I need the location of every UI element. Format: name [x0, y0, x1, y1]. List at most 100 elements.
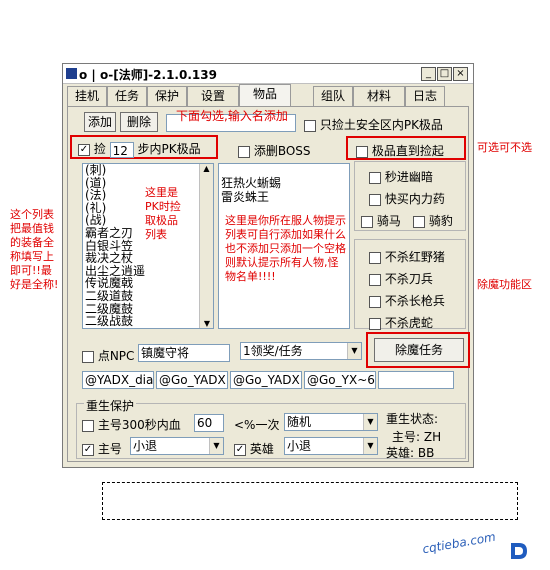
- remove-demon-task-button[interactable]: 除魔任务: [374, 338, 464, 362]
- npc-name-input[interactable]: 镇魔守将: [138, 344, 230, 362]
- dashed-placeholder-box: [102, 482, 518, 520]
- title-bar: o | o-[法师]-2.1.0.139 _ □ ×: [63, 64, 473, 84]
- tab-settings[interactable]: 设置: [187, 86, 239, 106]
- status-hero: 英雄: BB: [386, 446, 435, 460]
- annotation-pk-list: 这里是PK时捡取极品列表: [145, 186, 181, 241]
- hero-checkbox[interactable]: ✓ 英雄: [234, 440, 274, 457]
- checkbox-icon[interactable]: [369, 171, 381, 184]
- minimize-button[interactable]: _: [421, 67, 436, 81]
- rebirth-title: 重生保护: [84, 397, 137, 414]
- annotation-optional: 可选可不选: [477, 141, 532, 154]
- main-hp-checkbox[interactable]: 主号300秒内血: [82, 416, 181, 433]
- checkbox-icon[interactable]: [356, 145, 368, 158]
- pick-until-checkbox[interactable]: 极品直到捡起: [356, 142, 444, 159]
- pick-until-label: 极品直到捡起: [371, 144, 444, 158]
- pk-item-list[interactable]: (刺) (道) (法) (礼) (战) 霸者之刃 白银斗笠 裁决之杖 出尘之逍遥…: [82, 163, 214, 329]
- name-field-5[interactable]: [378, 371, 454, 389]
- main-mode-select[interactable]: 小退 ▼: [130, 437, 224, 455]
- tab-team[interactable]: 组队: [313, 86, 353, 106]
- list-item[interactable]: (刺): [85, 164, 145, 177]
- checkbox-icon[interactable]: [413, 215, 425, 228]
- option-label: 秒进幽暗: [384, 170, 433, 184]
- add-boss-label: 添删BOSS: [253, 144, 311, 158]
- hero-label: 英雄: [249, 442, 274, 456]
- chevron-down-icon[interactable]: ▼: [363, 414, 377, 430]
- scroll-down-icon[interactable]: ▼: [200, 319, 213, 328]
- tab-materials[interactable]: 材料: [353, 86, 405, 106]
- list-item[interactable]: 裁决之杖: [85, 252, 145, 265]
- main-hp-label: 主号300秒内血: [97, 418, 181, 432]
- scroll-up-icon[interactable]: ▲: [200, 164, 213, 173]
- tab-items[interactable]: 物品: [239, 84, 291, 107]
- checkbox-icon[interactable]: [238, 145, 250, 158]
- list-item[interactable]: 霸者之刃: [85, 227, 145, 240]
- no-kill-red-boar-checkbox[interactable]: 不杀红野猪: [369, 248, 445, 265]
- checkbox-icon[interactable]: [369, 251, 381, 264]
- site-logo: [508, 540, 530, 562]
- dodge-dark-checkbox[interactable]: 秒进幽暗: [369, 168, 433, 185]
- annotation-list-note: 这个列表把最值钱的装备全称填写上即可!!最好是全称!: [10, 208, 59, 291]
- checkbox-icon[interactable]: ✓: [82, 443, 94, 456]
- checkbox-icon[interactable]: [304, 119, 316, 132]
- name-field-1[interactable]: @YADX_dia: [82, 371, 154, 389]
- monster-list-body: 狂热火蜥蜴 雷炎蛛王: [221, 176, 281, 204]
- no-kill-snake-checkbox[interactable]: 不杀虎蛇: [369, 314, 433, 331]
- tab-task[interactable]: 任务: [107, 86, 147, 106]
- chevron-down-icon[interactable]: ▼: [347, 343, 361, 359]
- only-safe-checkbox[interactable]: 只捡土安全区内PK极品: [304, 116, 443, 133]
- name-field-2[interactable]: @Go_YADX: [156, 371, 228, 389]
- monster-list[interactable]: 狂热火蜥蜴 雷炎蛛王 这里是你所在服人物提示列表可自行添加如果什么也不添加只添加…: [218, 163, 350, 329]
- hero-mode-select[interactable]: 小退 ▼: [284, 437, 378, 455]
- close-button[interactable]: ×: [453, 67, 468, 81]
- checkbox-icon[interactable]: [369, 193, 381, 206]
- options-group: 秒进幽暗 快买内力药 骑马 骑豹: [354, 161, 466, 231]
- delete-button[interactable]: 删除: [120, 112, 158, 132]
- main-checkbox[interactable]: ✓ 主号: [82, 440, 122, 457]
- hp-value-input[interactable]: 60: [194, 414, 224, 432]
- reward-select-value: 1领奖/任务: [243, 344, 303, 358]
- add-button[interactable]: 添加: [84, 112, 116, 132]
- npc-label: 点NPC: [97, 349, 135, 363]
- no-kill-label: 不杀长枪兵: [384, 294, 445, 308]
- chevron-down-icon[interactable]: ▼: [363, 438, 377, 454]
- checkbox-icon[interactable]: [82, 350, 94, 363]
- name-field-3[interactable]: @Go_YADX1: [230, 371, 302, 389]
- annotation-remove-demon: 除魔功能区: [477, 278, 532, 291]
- add-boss-checkbox[interactable]: 添删BOSS: [238, 142, 311, 159]
- list-item[interactable]: 狂热火蜥蜴: [221, 176, 281, 190]
- checkbox-icon[interactable]: ✓: [234, 443, 246, 456]
- list-item[interactable]: (法): [85, 189, 145, 202]
- quick-power-checkbox[interactable]: 快买内力药: [369, 190, 445, 207]
- tab-guaji[interactable]: 挂机: [67, 86, 107, 106]
- scrollbar[interactable]: ▲ ▼: [199, 164, 213, 328]
- pickup-label: 捡: [93, 142, 106, 156]
- no-kill-spear-checkbox[interactable]: 不杀长枪兵: [369, 292, 445, 309]
- list-item[interactable]: 二级战鼓: [85, 315, 145, 328]
- annotation-top: 下面勾选,输入名添加: [176, 109, 288, 123]
- mode-select[interactable]: 随机 ▼: [284, 413, 378, 431]
- option-label: 骑豹: [428, 214, 453, 228]
- checkbox-icon[interactable]: [369, 273, 381, 286]
- pickup-checkbox[interactable]: ✓: [78, 143, 90, 156]
- checkbox-icon[interactable]: [369, 295, 381, 308]
- only-safe-label: 只捡土安全区内PK极品: [319, 118, 443, 132]
- list-item[interactable]: 二级道鼓: [85, 290, 145, 303]
- maximize-button[interactable]: □: [437, 67, 452, 81]
- annotation-monster-note: 这里是你所在服人物提示列表可自行添加如果什么也不添加只添加一个空格则默认提示所有…: [225, 214, 346, 283]
- checkbox-icon[interactable]: [361, 215, 373, 228]
- checkbox-icon[interactable]: [82, 419, 94, 432]
- npc-checkbox[interactable]: 点NPC: [82, 347, 134, 364]
- tab-protect[interactable]: 保护: [147, 86, 187, 106]
- name-field-4[interactable]: @Go_YX~6: [304, 371, 376, 389]
- ride-leopard-checkbox[interactable]: 骑豹: [413, 212, 453, 229]
- reward-select[interactable]: 1领奖/任务 ▼: [240, 342, 362, 360]
- no-kill-blade-checkbox[interactable]: 不杀刀兵: [369, 270, 433, 287]
- pickup-steps-input[interactable]: 12: [109, 141, 134, 158]
- chevron-down-icon[interactable]: ▼: [209, 438, 223, 454]
- pickup-suffix: 步内PK极品: [137, 142, 201, 156]
- tab-log[interactable]: 日志: [405, 86, 445, 106]
- ride-checkbox[interactable]: 骑马: [361, 212, 401, 229]
- list-item[interactable]: 雷炎蛛王: [221, 190, 281, 204]
- window-title: o | o-[法师]-2.1.0.139: [79, 68, 217, 82]
- checkbox-icon[interactable]: [369, 317, 381, 330]
